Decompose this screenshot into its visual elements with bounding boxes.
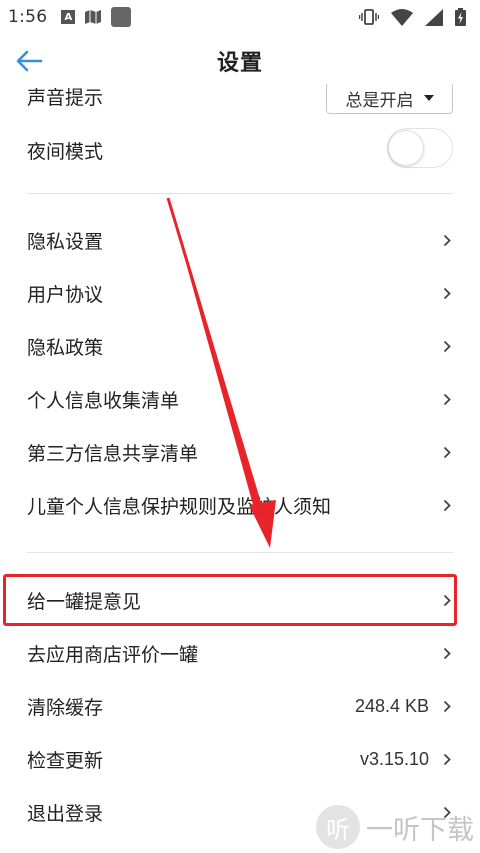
annotation-arrow: [166, 197, 276, 548]
watermark: 听 一听下载: [316, 805, 474, 849]
watermark-logo-icon: 听: [316, 805, 360, 849]
watermark-text: 一听下载: [366, 814, 474, 846]
